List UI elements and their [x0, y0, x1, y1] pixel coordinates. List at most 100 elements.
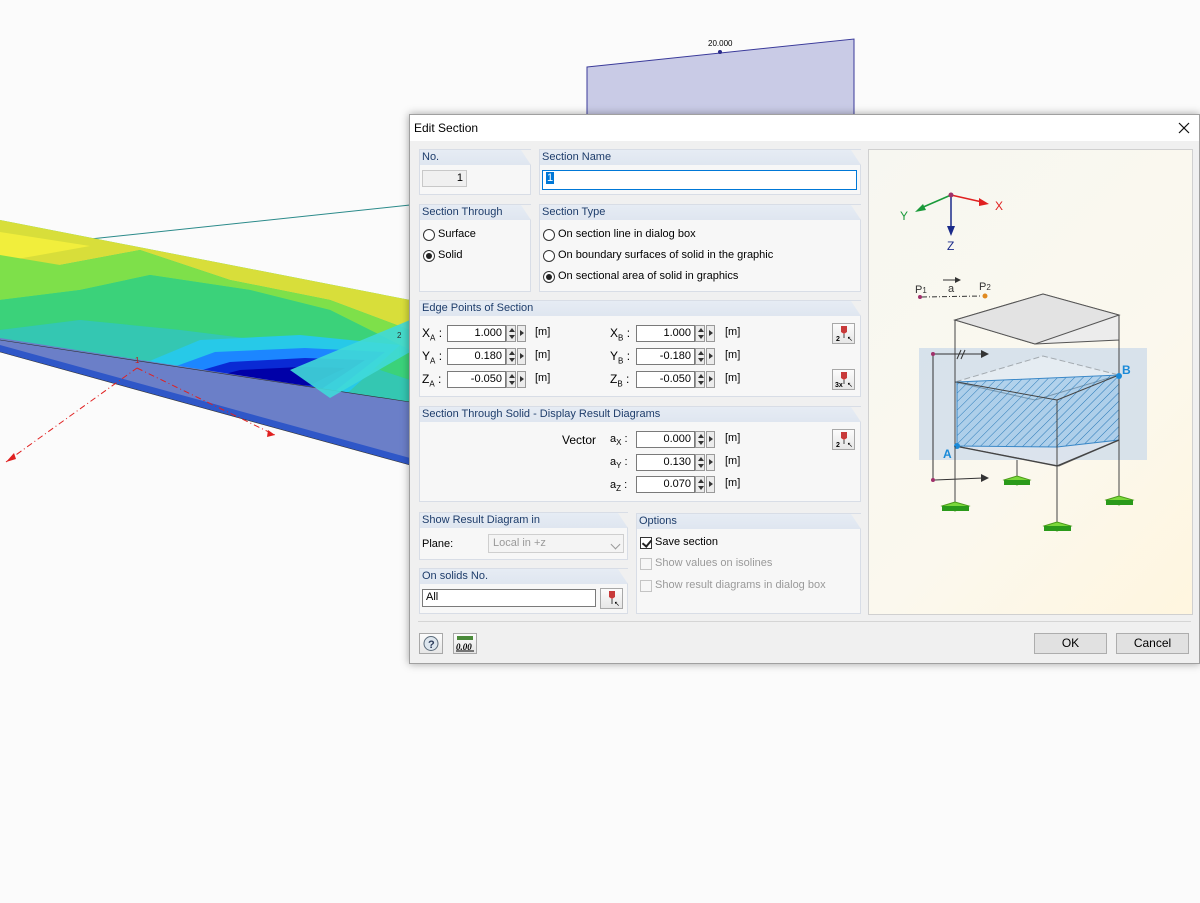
show-diagrams-label: Show result diagrams in dialog box — [655, 579, 826, 591]
radio-section-line[interactable] — [543, 229, 555, 241]
label-ax: aX : — [610, 433, 628, 448]
save-section-checkbox[interactable] — [640, 537, 652, 549]
options-header: Options — [637, 514, 861, 529]
xb-spinner[interactable] — [695, 325, 705, 342]
svg-text:↖: ↖ — [847, 382, 853, 389]
no-header: No. — [420, 150, 531, 165]
radio-boundary-surfaces[interactable] — [543, 250, 555, 262]
pick-three-points-button[interactable]: 3x ↖ — [832, 369, 855, 390]
node-label-2: 2 — [397, 331, 402, 340]
zb-arrow-button[interactable] — [706, 371, 715, 388]
ax-arrow-button[interactable] — [706, 431, 715, 448]
xa-arrow-button[interactable] — [517, 325, 526, 342]
ay-spinner[interactable] — [695, 454, 705, 471]
label-xa: XA : — [422, 326, 443, 343]
radio-section-line-label: On section line in dialog box — [558, 228, 696, 240]
pick-vector-button[interactable]: 2 ↖ — [832, 429, 855, 450]
xb-arrow-button[interactable] — [706, 325, 715, 342]
axis-arrow-head-2 — [267, 430, 275, 437]
yb-arrow-button[interactable] — [706, 348, 715, 365]
az-input[interactable]: 0.070 — [636, 476, 695, 493]
on-solids-input[interactable]: All — [422, 589, 596, 607]
xb-unit: [m] — [725, 326, 741, 338]
show-result-group: Show Result Diagram in Plane: Local in +… — [419, 512, 628, 560]
xa-spinner[interactable] — [506, 325, 516, 342]
xb-input[interactable]: 1.000 — [636, 325, 695, 342]
za-input[interactable]: -0.050 — [447, 371, 506, 388]
pick-two-points-button[interactable]: 2 ↖ — [832, 323, 855, 344]
yb-unit: [m] — [725, 349, 741, 361]
section-name-header: Section Name — [540, 150, 861, 165]
vector-definition-icon: P1 P2 a — [915, 277, 991, 299]
solid-box-icon: A B — [919, 293, 1147, 532]
ay-unit: [m] — [725, 455, 741, 467]
svg-text:3x: 3x — [835, 382, 843, 389]
no-field: 1 — [422, 170, 467, 187]
dialog-title: Edit Section — [414, 121, 479, 135]
coordinate-axes-icon: X Y Z — [900, 192, 1003, 253]
axis-arrow-head — [6, 453, 16, 462]
pick-solids-button[interactable]: ↖ — [600, 588, 623, 609]
svg-text:a: a — [948, 283, 955, 295]
close-button[interactable] — [1173, 117, 1195, 139]
label-zb: ZB : — [610, 372, 630, 389]
svg-text:Y: Y — [900, 209, 908, 223]
radio-solid[interactable] — [423, 250, 435, 262]
radio-surface[interactable] — [423, 229, 435, 241]
section-type-header: Section Type — [540, 205, 861, 220]
pick-three-points-icon: 3x ↖ — [835, 372, 853, 389]
section-name-input[interactable]: 1 — [542, 170, 857, 190]
dialog-titlebar[interactable]: Edit Section — [410, 115, 1199, 141]
yb-spinner[interactable] — [695, 348, 705, 365]
close-icon — [1178, 122, 1190, 134]
save-section-label: Save section — [655, 536, 718, 548]
section-through-header: Section Through — [420, 205, 531, 220]
az-spinner[interactable] — [695, 476, 705, 493]
pick-two-points-icon: 2 ↖ — [836, 326, 853, 343]
za-arrow-button[interactable] — [517, 371, 526, 388]
ya-spinner[interactable] — [506, 348, 516, 365]
ax-input[interactable]: 0.000 — [636, 431, 695, 448]
dimension-node — [718, 50, 722, 54]
section-name-selected-text: 1 — [546, 172, 555, 184]
za-unit: [m] — [535, 372, 551, 384]
svg-text:B: B — [1122, 363, 1131, 377]
on-solids-group: On solids No. All ↖ — [419, 568, 628, 614]
az-unit: [m] — [725, 477, 741, 489]
label-az: aZ : — [610, 479, 628, 494]
ax-spinner[interactable] — [695, 431, 705, 448]
radio-sectional-area[interactable] — [543, 271, 555, 283]
section-type-group: Section Type On section line in dialog b… — [539, 204, 861, 292]
section-preview-panel: X Y Z P1 P2 a A B — [868, 149, 1193, 615]
show-result-header: Show Result Diagram in — [420, 513, 628, 528]
display-result-header: Section Through Solid - Display Result D… — [420, 407, 861, 422]
zb-input[interactable]: -0.050 — [636, 371, 695, 388]
ya-input[interactable]: 0.180 — [447, 348, 506, 365]
decimal-places-icon: 0.00 — [456, 636, 474, 652]
ok-button[interactable]: OK — [1034, 633, 1107, 654]
yb-input[interactable]: -0.180 — [636, 348, 695, 365]
az-arrow-button[interactable] — [706, 476, 715, 493]
ya-arrow-button[interactable] — [517, 348, 526, 365]
label-yb: YB : — [610, 349, 631, 366]
ay-arrow-button[interactable] — [706, 454, 715, 471]
svg-text:2: 2 — [836, 336, 840, 343]
node-label-1: 1 — [135, 356, 140, 365]
svg-text:↖: ↖ — [847, 442, 853, 449]
vector-label: Vector — [562, 433, 597, 447]
svg-text:P1: P1 — [915, 284, 927, 296]
edge-points-group: Edge Points of Section XA : 1.000 [m] YA… — [419, 300, 861, 397]
dimension-label: 20.000 — [708, 39, 733, 48]
plane-select: Local in +z — [488, 534, 624, 553]
ay-input[interactable]: 0.130 — [636, 454, 695, 471]
section-name-group: Section Name 1 — [539, 149, 861, 195]
za-spinner[interactable] — [506, 371, 516, 388]
xa-input[interactable]: 1.000 — [447, 325, 506, 342]
label-xb: XB : — [610, 326, 631, 343]
show-values-checkbox — [640, 558, 652, 570]
radio-surface-label: Surface — [438, 228, 476, 240]
help-button[interactable]: ? — [419, 633, 443, 654]
cancel-button[interactable]: Cancel — [1116, 633, 1189, 654]
decimal-places-button[interactable]: 0.00 — [453, 633, 477, 654]
zb-spinner[interactable] — [695, 371, 705, 388]
